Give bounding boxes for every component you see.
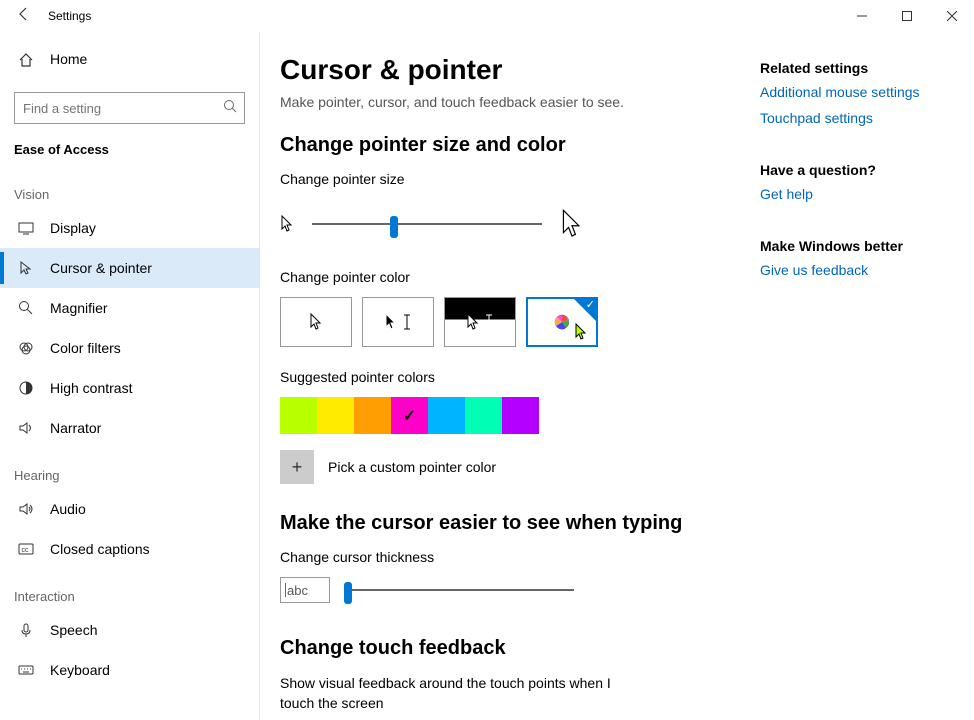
pointer-color-white[interactable] [280, 297, 352, 347]
nav-label: Keyboard [50, 662, 110, 678]
pointer-preview-large [560, 207, 584, 241]
color-filters-icon [18, 340, 34, 356]
pointer-color-inverted[interactable] [444, 297, 516, 347]
swatch-purple[interactable] [502, 397, 539, 434]
swatch-orange[interactable] [354, 397, 391, 434]
narrator-icon [18, 420, 34, 436]
custom-color-button[interactable]: + [280, 450, 314, 484]
link-feedback[interactable]: Give us feedback [760, 262, 974, 278]
title-bar: Settings [0, 0, 974, 32]
nav-label: Magnifier [50, 300, 108, 316]
sidebar: Home Ease of Access Vision Display Curso… [0, 32, 260, 720]
close-button[interactable] [929, 0, 974, 32]
touch-feedback-text: Show visual feedback around the touch po… [280, 674, 620, 713]
nav-speech[interactable]: Speech [0, 610, 259, 650]
swatch-skyblue[interactable] [428, 397, 465, 434]
label-pointer-color: Change pointer color [280, 269, 740, 285]
nav-label: Audio [50, 501, 86, 517]
nav-closed-captions[interactable]: cc Closed captions [0, 529, 259, 569]
nav-narrator[interactable]: Narrator [0, 408, 259, 448]
check-icon: ✓ [586, 298, 595, 311]
cursor-icon [18, 260, 34, 276]
nav-audio[interactable]: Audio [0, 489, 259, 529]
section-cursor: Make the cursor easier to see when typin… [280, 512, 740, 535]
high-contrast-icon [18, 380, 34, 396]
cursor-thickness-slider[interactable] [344, 589, 574, 591]
suggested-swatches [280, 397, 740, 434]
link-get-help[interactable]: Get help [760, 186, 974, 202]
slider-thumb[interactable] [344, 582, 352, 604]
category-title: Ease of Access [0, 132, 259, 167]
nav-cursor-pointer[interactable]: Cursor & pointer [0, 248, 259, 288]
group-hearing: Hearing [0, 448, 259, 489]
back-button[interactable] [0, 6, 48, 26]
swatch-magenta[interactable] [391, 397, 428, 434]
swatch-lime[interactable] [280, 397, 317, 434]
slider-thumb[interactable] [390, 216, 398, 238]
audio-icon [18, 501, 34, 517]
link-touchpad-settings[interactable]: Touchpad settings [760, 110, 974, 126]
minimize-button[interactable] [839, 0, 884, 32]
nav-keyboard[interactable]: Keyboard [0, 650, 259, 690]
window-title: Settings [48, 9, 91, 23]
better-title: Make Windows better [760, 238, 974, 254]
search-input[interactable] [14, 92, 245, 124]
maximize-button[interactable] [884, 0, 929, 32]
nav-label: Speech [50, 622, 97, 638]
display-icon [18, 220, 34, 236]
swatch-yellow[interactable] [317, 397, 354, 434]
svg-text:cc: cc [22, 547, 30, 554]
pointer-color-custom[interactable]: ✓ [526, 297, 598, 347]
group-vision: Vision [0, 167, 259, 208]
section-touch: Change touch feedback [280, 637, 740, 660]
related-settings-title: Related settings [760, 60, 974, 76]
home-icon [18, 52, 34, 73]
page-title: Cursor & pointer [280, 54, 740, 86]
swatch-turquoise[interactable] [465, 397, 502, 434]
nav-label: Display [50, 220, 96, 236]
nav-label: Color filters [50, 340, 121, 356]
keyboard-icon [18, 662, 34, 678]
link-mouse-settings[interactable]: Additional mouse settings [760, 84, 974, 100]
nav-label: Cursor & pointer [50, 260, 152, 276]
nav-color-filters[interactable]: Color filters [0, 328, 259, 368]
main-content: Cursor & pointer Make pointer, cursor, a… [260, 32, 740, 720]
speech-icon [18, 622, 34, 638]
nav-label: High contrast [50, 380, 132, 396]
pointer-color-black[interactable] [362, 297, 434, 347]
cursor-preview: abc [280, 577, 330, 603]
home-nav[interactable]: Home [0, 40, 259, 84]
pointer-size-slider[interactable] [312, 223, 542, 225]
side-panel: Related settings Additional mouse settin… [740, 32, 974, 720]
nav-label: Narrator [50, 420, 101, 436]
nav-magnifier[interactable]: Magnifier [0, 288, 259, 328]
label-suggested-colors: Suggested pointer colors [280, 369, 740, 385]
magnifier-icon [18, 300, 34, 316]
pointer-preview-small [280, 215, 294, 233]
section-size-color: Change pointer size and color [280, 134, 740, 157]
closed-captions-icon: cc [18, 541, 34, 557]
label-pointer-size: Change pointer size [280, 171, 740, 187]
nav-label: Closed captions [50, 541, 150, 557]
question-title: Have a question? [760, 162, 974, 178]
custom-color-label: Pick a custom pointer color [328, 459, 496, 475]
nav-high-contrast[interactable]: High contrast [0, 368, 259, 408]
home-label: Home [50, 51, 87, 67]
page-subtitle: Make pointer, cursor, and touch feedback… [280, 94, 740, 110]
group-interaction: Interaction [0, 569, 259, 610]
label-thickness: Change cursor thickness [280, 549, 740, 565]
nav-display[interactable]: Display [0, 208, 259, 248]
